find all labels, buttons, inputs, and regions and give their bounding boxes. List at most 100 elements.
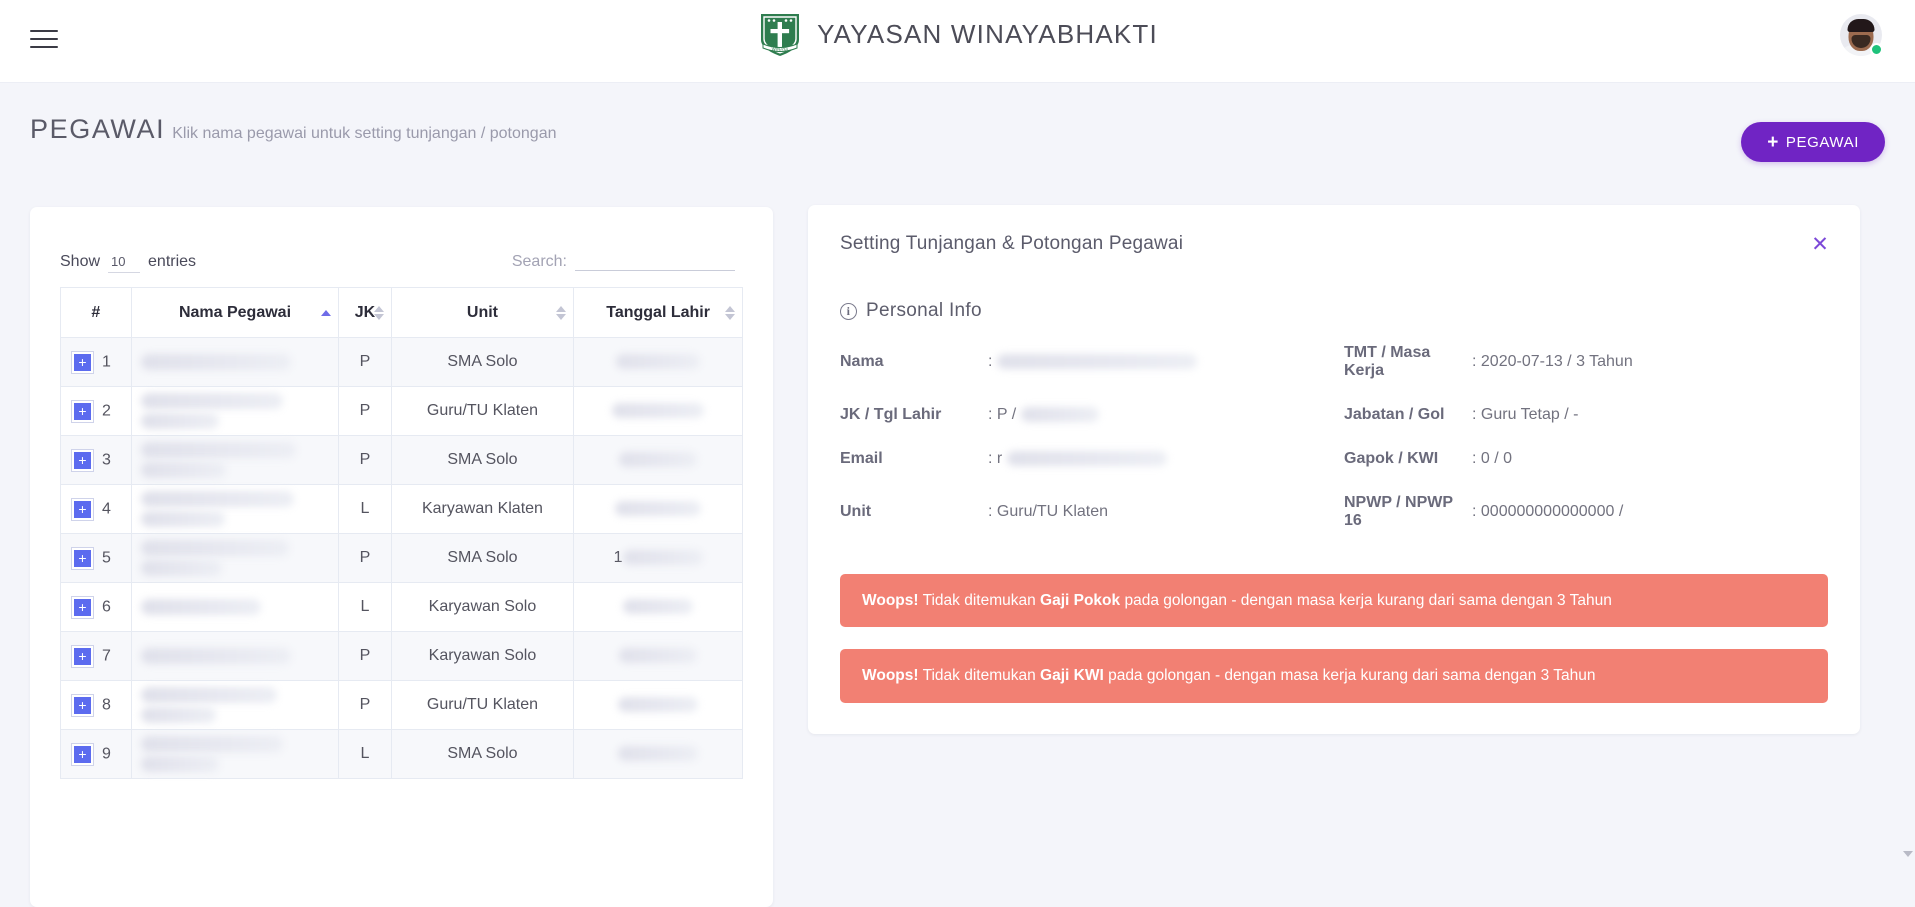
employee-name-cell[interactable] — [130, 631, 340, 681]
redacted-value — [1007, 451, 1168, 467]
unit-cell: Karyawan Solo — [390, 631, 575, 681]
user-avatar-button[interactable] — [1840, 14, 1883, 56]
jk-cell: L — [338, 484, 392, 534]
info-label-right: Jabatan / Gol — [1344, 406, 1445, 423]
expand-row-button[interactable]: + — [71, 448, 94, 472]
hamburger-line — [30, 46, 58, 48]
alert-strong-term: Gaji KWI — [1040, 667, 1104, 685]
table-row[interactable]: +8 P Guru/TU Klaten — [60, 680, 743, 730]
info-circle-icon: i — [840, 302, 857, 320]
row-number: 6 — [102, 598, 111, 616]
table-row[interactable]: +3 P SMA Solo — [60, 435, 743, 485]
redacted-name — [140, 413, 219, 429]
expand-row-button[interactable]: + — [71, 350, 94, 374]
tanggal-lahir-cell — [573, 582, 743, 632]
redacted-name — [140, 462, 226, 478]
info-label-right: NPWP / NPWP 16 — [1344, 494, 1453, 529]
redacted-dob — [612, 403, 705, 419]
employee-name-cell[interactable] — [130, 533, 340, 583]
employee-name-cell[interactable] — [130, 484, 340, 534]
unit-cell: SMA Solo — [390, 435, 575, 485]
table-controls: Show 10 entries Search: — [60, 233, 743, 273]
expand-row-button[interactable]: + — [71, 399, 94, 423]
add-pegawai-button[interactable]: + PEGAWAI — [1741, 122, 1885, 162]
redacted-dob — [619, 648, 698, 664]
column-header-num[interactable]: # — [60, 287, 132, 338]
table-row[interactable]: +1 P SMA Solo — [60, 337, 743, 387]
jk-cell: P — [338, 386, 392, 436]
redacted-dob — [619, 452, 698, 468]
sort-icon[interactable] — [556, 305, 567, 320]
redacted-name — [140, 442, 296, 458]
row-number: 2 — [102, 402, 111, 420]
table-row[interactable]: +6 L Karyawan Solo — [60, 582, 743, 632]
sort-asc-icon[interactable] — [321, 309, 332, 316]
redacted-value — [997, 354, 1198, 370]
online-status-dot — [1870, 43, 1883, 56]
employee-name-cell[interactable] — [130, 729, 340, 779]
brand: WINAYA YAYASAN WINAYABHAKTI — [0, 10, 1915, 58]
column-header-tanggal-lahir[interactable]: Tanggal Lahir — [573, 287, 743, 338]
top-navigation-bar: WINAYA YAYASAN WINAYABHAKTI — [0, 0, 1915, 83]
page-header: PEGAWAI Klik nama pegawai untuk setting … — [0, 83, 1915, 161]
employee-name-cell[interactable] — [130, 582, 340, 632]
expand-row-button[interactable]: + — [71, 644, 94, 668]
table-body: +1 P SMA Solo +2 P Guru/TU Klaten +3 P SMA Solo +… — [60, 337, 743, 779]
table-row[interactable]: +2 P Guru/TU Klaten — [60, 386, 743, 436]
hamburger-line — [30, 38, 58, 40]
panel-title: Setting Tunjangan & Potongan Pegawai — [840, 233, 1184, 254]
sort-icon[interactable] — [373, 305, 384, 320]
unit-cell: SMA Solo — [390, 729, 575, 779]
row-number: 1 — [102, 353, 111, 371]
table-row[interactable]: +7 P Karyawan Solo — [60, 631, 743, 681]
expand-row-button[interactable]: + — [71, 693, 94, 717]
sort-icon[interactable] — [725, 305, 735, 320]
employee-name-cell[interactable] — [130, 680, 340, 730]
info-value-left: : — [988, 353, 1344, 371]
employee-name-cell[interactable] — [130, 337, 340, 387]
redacted-name — [140, 736, 283, 752]
employee-name-cell[interactable] — [130, 386, 340, 436]
svg-text:WINAYA: WINAYA — [772, 46, 789, 51]
row-number-cell: +5 — [60, 533, 132, 583]
table-head: # Nama Pegawai JK Unit Tanggal Lahir — [60, 287, 743, 338]
column-label: JK — [354, 303, 376, 321]
jk-cell: P — [338, 337, 392, 387]
table-row[interactable]: +9 L SMA Solo — [60, 729, 743, 779]
info-value-left: : Guru/TU Klaten — [988, 503, 1109, 520]
row-number-cell: +1 — [60, 337, 132, 387]
close-icon[interactable]: ✕ — [1808, 233, 1832, 257]
jk-cell: P — [338, 533, 392, 583]
redacted-name — [140, 560, 222, 576]
dob-visible-fragment: 1 — [613, 549, 623, 566]
table-row[interactable]: +4 L Karyawan Klaten — [60, 484, 743, 534]
page-length-select[interactable]: 10 — [108, 252, 141, 273]
expand-row-button[interactable]: + — [71, 595, 94, 619]
show-label: Show — [60, 253, 101, 270]
employee-table-card: Show 10 entries Search: # Nama Pegawai J… — [30, 207, 773, 907]
info-label-left: Nama — [840, 353, 884, 370]
tanggal-lahir-cell: 1 — [573, 533, 743, 583]
expand-row-button[interactable]: + — [71, 497, 94, 521]
column-label: Tanggal Lahir — [606, 303, 710, 321]
row-number: 4 — [102, 500, 111, 518]
column-header-unit[interactable]: Unit — [390, 287, 575, 338]
alert-prefix: Woops! — [862, 592, 919, 609]
expand-row-button[interactable]: + — [71, 742, 94, 766]
hamburger-menu-icon[interactable] — [30, 22, 64, 56]
expand-row-button[interactable]: + — [71, 546, 94, 570]
column-header-jk[interactable]: JK — [338, 287, 392, 338]
alerts-container: Woops! Tidak ditemukan Gaji Pokok pada g… — [840, 574, 1828, 703]
employee-name-cell[interactable] — [130, 435, 340, 485]
table-row[interactable]: +5 P SMA Solo 1 — [60, 533, 743, 583]
row-number-cell: +3 — [60, 435, 132, 485]
row-number-cell: +8 — [60, 680, 132, 730]
redacted-dob — [622, 550, 703, 566]
scroll-down-arrow-icon[interactable] — [1903, 851, 1913, 861]
jk-cell: P — [338, 680, 392, 730]
column-header-nama-pegawai[interactable]: Nama Pegawai — [130, 287, 340, 338]
row-number-cell: +9 — [60, 729, 132, 779]
shield-cross-logo: WINAYA — [761, 14, 800, 56]
search-input[interactable] — [575, 249, 735, 271]
redacted-name — [140, 354, 291, 370]
